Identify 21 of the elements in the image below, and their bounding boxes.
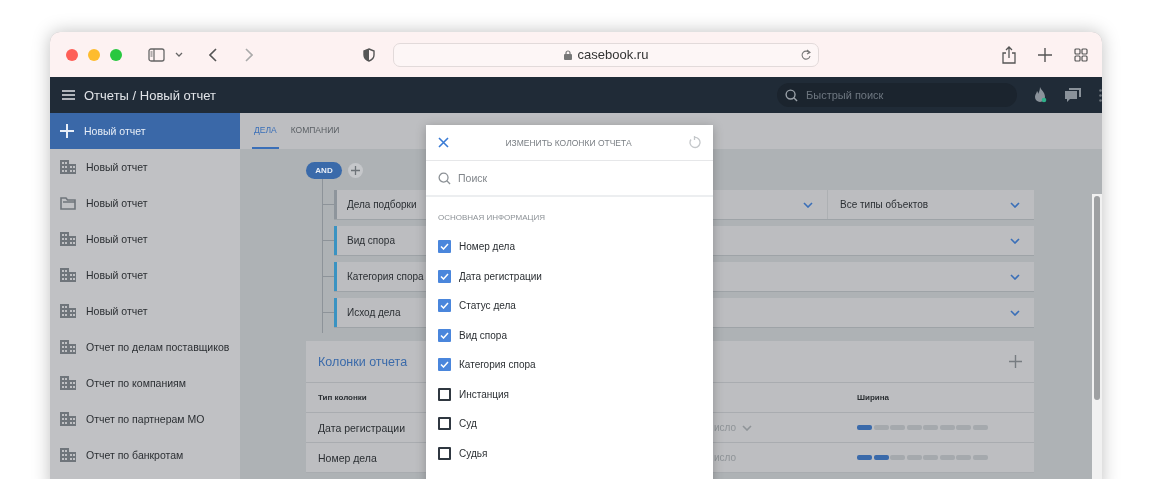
filter-label: Вид спора <box>347 235 395 246</box>
column-header: Ширина <box>857 393 890 402</box>
checkbox-label: Статус дела <box>459 300 516 312</box>
filter-label: Категория спора <box>347 271 424 282</box>
checkbox-label: Вид спора <box>459 329 507 341</box>
filter-label: Дела подборки <box>347 199 417 210</box>
table-cell: Номер дела <box>318 451 377 464</box>
checkbox-label: Категория спора <box>459 359 536 371</box>
checkbox-label: Дата регистрации <box>459 270 542 282</box>
section-heading: ОСНОВНАЯ ИНФОРМАЦИЯ <box>437 212 546 224</box>
table-cell: Дата регистрации <box>318 421 406 434</box>
filter-label: Исход дела <box>347 307 401 318</box>
checkbox-label: Судья <box>459 447 488 459</box>
url-text: casebook.ru <box>577 47 649 62</box>
column-header: Тип колонки <box>318 393 367 402</box>
checkbox-label: Номер дела <box>459 241 516 253</box>
checkbox-label: Суд <box>459 418 477 430</box>
checkbox-label: Инстанция <box>459 388 509 400</box>
dialog-title: ИЗМЕНИТЬ КОЛОНКИ ОТЧЕТА <box>504 137 633 148</box>
page-title: Отчеты / Новый отчет <box>84 87 216 103</box>
card-title: Колонки отчета <box>318 354 408 369</box>
